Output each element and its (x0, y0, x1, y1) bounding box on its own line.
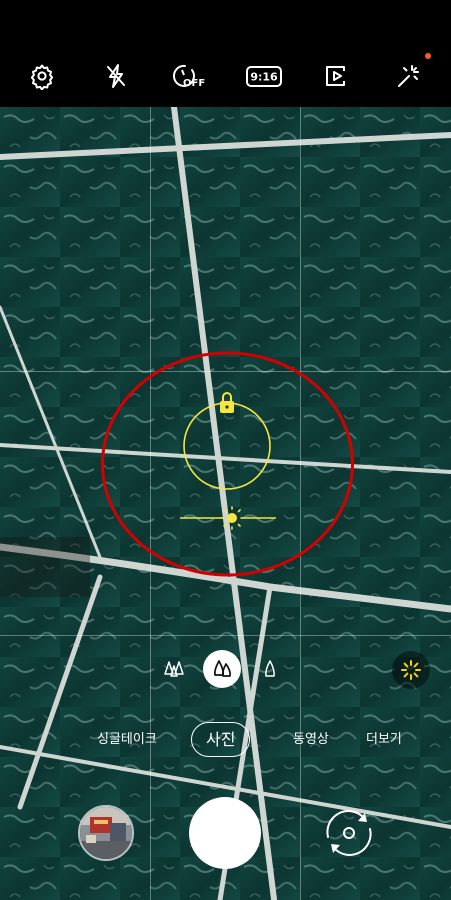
notification-dot (425, 53, 431, 59)
focus-ring (183, 402, 271, 490)
flash-off-icon (107, 64, 125, 88)
switch-camera-icon (326, 810, 372, 856)
lens-selector (155, 650, 289, 688)
switch-camera-button[interactable] (320, 804, 378, 862)
motion-photo-button[interactable] (318, 58, 354, 94)
mode-more[interactable]: 더보기 (366, 722, 402, 758)
effects-button[interactable] (390, 58, 426, 94)
timer-off-icon: OFF (173, 64, 205, 89)
sparkle-icon (398, 65, 419, 87)
lens-wide-button[interactable] (203, 650, 241, 688)
flash-button[interactable] (98, 58, 134, 94)
focus-indicator[interactable] (100, 350, 355, 578)
aspect-ratio-icon: 9:16 (246, 66, 282, 87)
gallery-preview-image (80, 807, 132, 859)
grid-line-horizontal-2 (0, 635, 451, 636)
aspect-ratio-label: 9:16 (250, 71, 278, 84)
mode-single-take[interactable]: 싱글테이크 (97, 722, 157, 758)
camera-screen: OFF 9:16 싱글테이크 사진 동영상 더보기 (0, 0, 451, 900)
mode-selector: 싱글테이크 사진 동영상 더보기 (0, 722, 451, 758)
brightness-sun-icon[interactable] (220, 506, 244, 530)
lens-telephoto-button[interactable] (251, 650, 289, 688)
settings-button[interactable] (24, 58, 60, 94)
scene-optimizer-button[interactable] (392, 651, 430, 689)
shutter-button[interactable] (189, 797, 261, 869)
three-trees-icon (164, 661, 184, 677)
camera-top-bar: OFF 9:16 (0, 0, 451, 107)
lock-icon (220, 392, 234, 413)
timer-button[interactable]: OFF (170, 58, 210, 94)
timer-off-label: OFF (183, 78, 205, 89)
two-trees-icon (213, 660, 232, 677)
scene-optimizer-icon (401, 660, 421, 680)
motion-photo-icon (326, 66, 345, 86)
gear-icon (30, 64, 54, 90)
gallery-thumbnail[interactable] (78, 805, 134, 861)
mode-photo[interactable]: 사진 (191, 722, 251, 757)
mode-video[interactable]: 동영상 (293, 722, 329, 758)
single-tree-icon (265, 660, 275, 677)
aspect-ratio-button[interactable]: 9:16 (245, 58, 283, 94)
annotation-circle (101, 351, 354, 577)
lens-ultra-wide-button[interactable] (155, 650, 193, 688)
